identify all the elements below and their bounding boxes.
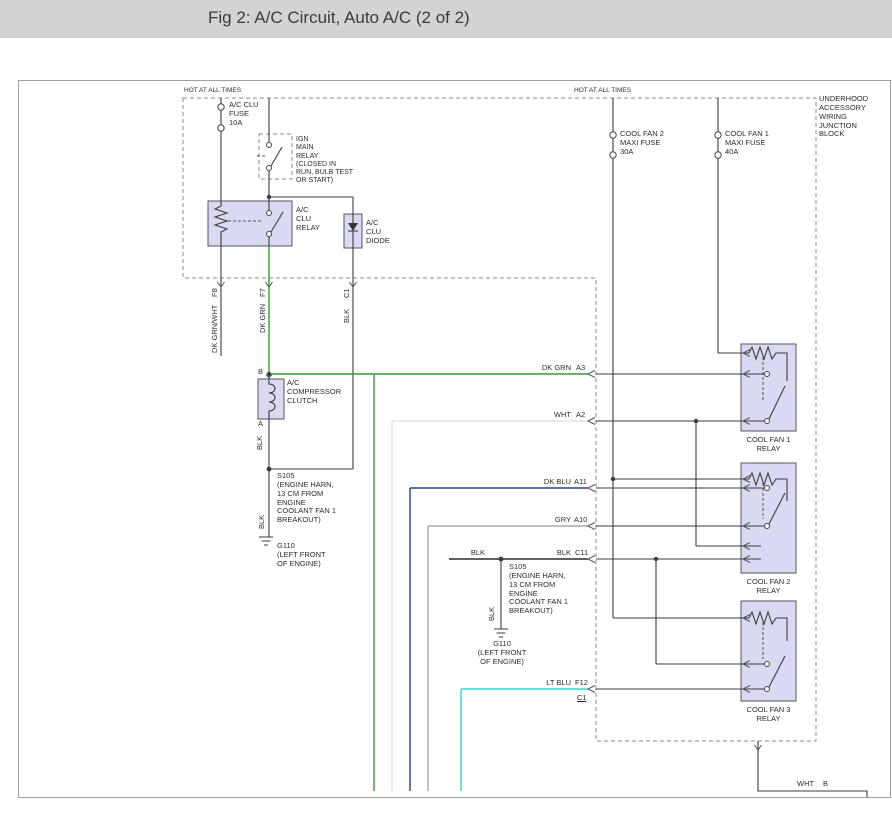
component-boxes bbox=[208, 201, 796, 701]
wire-blk-label: BLK bbox=[531, 549, 571, 558]
s105-left-label: S105 (ENGINE HARN, 13 CM FROM ENGINE COO… bbox=[277, 472, 336, 525]
ac-clu-diode-label: A/C CLU DIODE bbox=[366, 219, 390, 246]
terminal-a10-label: A10 bbox=[574, 516, 587, 525]
terminal-f12-label: F12 bbox=[575, 679, 588, 688]
wire-dk-grn-vertical-label: DK GRN bbox=[258, 304, 267, 333]
wiring-diagram-canvas: HOT AT ALL TIMES HOT AT ALL TIMES UNDERH… bbox=[18, 80, 891, 798]
cool-fan1-fuse-label: COOL FAN 1 MAXI FUSE 40A bbox=[725, 130, 769, 157]
wire-wht-label: WHT bbox=[531, 411, 571, 420]
cool-fan1-fuse-symbol bbox=[715, 132, 721, 158]
s105-right-label: S105 (ENGINE HARN, 13 CM FROM ENGINE COO… bbox=[509, 563, 568, 616]
g110-right-ground-icon bbox=[494, 629, 508, 637]
terminal-a11-label: A11 bbox=[574, 478, 587, 487]
ac-clu-fuse-label: A/C CLU FUSE 10A bbox=[229, 101, 259, 128]
cool-fan2-fuse-label: COOL FAN 2 MAXI FUSE 30A bbox=[620, 130, 664, 157]
compressor-clutch-label: A/C COMPRESSOR CLUTCH bbox=[287, 379, 341, 406]
terminal-b-bottom-label: B bbox=[823, 780, 828, 789]
cool-fan3-relay-label: COOL FAN 3 RELAY bbox=[731, 706, 806, 724]
wire-gry-label: GRY bbox=[531, 516, 571, 525]
wire-blk2-label: BLK bbox=[445, 549, 485, 558]
g110-right-label: G110 (LEFT FRONT OF ENGINE) bbox=[464, 640, 540, 667]
terminal-b-label: B bbox=[249, 368, 263, 377]
cool-fan1-relay-label: COOL FAN 1 RELAY bbox=[731, 436, 806, 454]
terminal-c1-top-label: C1 bbox=[342, 288, 351, 298]
wire-dk-grn-wht-label: DK GRN/WHT bbox=[210, 305, 219, 353]
junction-block-label: UNDERHOOD ACCESSORY WIRING JUNCTION BLOC… bbox=[819, 95, 868, 139]
compressor-clutch-box bbox=[258, 379, 284, 419]
connector-c1-bottom-label: C1 bbox=[577, 694, 587, 703]
terminal-a3-label: A3 bbox=[576, 364, 585, 373]
ac-clu-fuse-symbol bbox=[218, 104, 224, 131]
title-bar: Fig 2: A/C Circuit, Auto A/C (2 of 2) bbox=[0, 0, 892, 38]
terminal-c11-label: C11 bbox=[575, 549, 588, 558]
page: Fig 2: A/C Circuit, Auto A/C (2 of 2) bbox=[0, 0, 892, 816]
cool-fan2-relay-label: COOL FAN 2 RELAY bbox=[731, 578, 806, 596]
terminal-f7-label: F7 bbox=[258, 288, 267, 297]
figure-title: Fig 2: A/C Circuit, Auto A/C (2 of 2) bbox=[208, 8, 470, 28]
wire-blk-ground-right-label: BLK bbox=[487, 607, 496, 621]
hot-at-all-times-right: HOT AT ALL TIMES bbox=[574, 87, 631, 95]
wire-blk-clutch-label: BLK bbox=[255, 436, 264, 450]
hot-at-all-times-left: HOT AT ALL TIMES bbox=[184, 87, 241, 95]
wire-wht-bottom-label: WHT bbox=[797, 780, 814, 789]
wire-lt-blu bbox=[461, 689, 588, 791]
g110-left-ground-icon bbox=[259, 537, 273, 545]
wire-blk-ground-left-label: BLK bbox=[257, 515, 266, 529]
terminal-a2-label: A2 bbox=[576, 411, 585, 420]
ign-main-relay-symbol bbox=[257, 134, 282, 179]
ign-main-relay-label: IGN MAIN RELAY (CLOSED IN RUN, BULB TEST… bbox=[296, 136, 353, 186]
cool-fan2-fuse-symbol bbox=[610, 132, 616, 158]
terminal-a-label: A bbox=[249, 420, 263, 429]
wire-lt-blu-label: LT BLU bbox=[531, 679, 571, 688]
ac-clu-relay-label: A/C CLU RELAY bbox=[296, 206, 320, 233]
g110-left-label: G110 (LEFT FRONT OF ENGINE) bbox=[277, 542, 326, 569]
wire-dk-blu-label: DK BLU bbox=[531, 478, 571, 487]
wire-dk-grn-horizontal-label: DK GRN bbox=[531, 364, 571, 373]
terminal-f8-label: F8 bbox=[210, 288, 219, 297]
wire-blk-diode-label: BLK bbox=[342, 309, 351, 323]
